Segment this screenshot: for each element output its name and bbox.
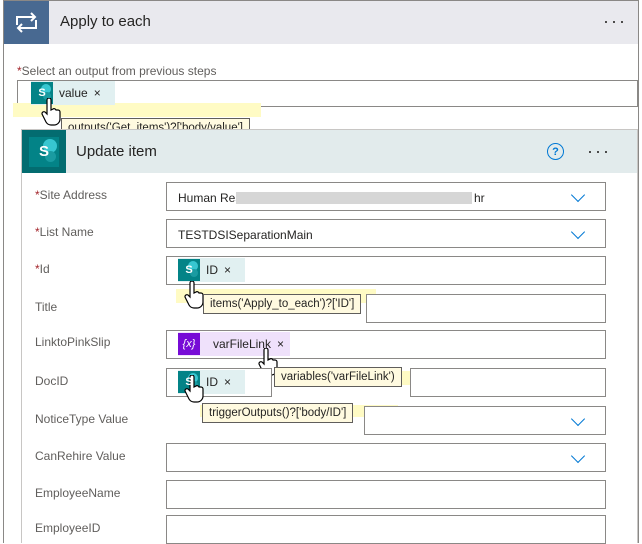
list-name-value: TESTDSISeparationMain	[178, 228, 313, 242]
site-address-label-text: Site Address	[39, 188, 108, 202]
docid-input-right[interactable]	[410, 368, 606, 397]
employee-id-input[interactable]	[166, 515, 606, 544]
remove-token-icon[interactable]: ×	[224, 263, 237, 277]
id-label: *Id	[35, 262, 50, 276]
notice-type-dropdown[interactable]	[364, 406, 606, 435]
docid-label: DocID	[35, 374, 69, 388]
update-item-more-button[interactable]: ···	[587, 142, 611, 160]
list-name-label: *List Name	[35, 225, 94, 239]
title-label: Title	[35, 300, 58, 314]
variable-icon: {x}	[178, 333, 200, 355]
redacted-text	[236, 192, 472, 204]
select-output-label-text: Select an output from previous steps	[21, 64, 217, 78]
hand-cursor-icon	[184, 281, 204, 309]
sharepoint-icon: S	[178, 259, 200, 281]
site-address-value-start: Human Res	[178, 191, 242, 205]
id-tooltip: items('Apply_to_each')?['ID']	[203, 294, 362, 314]
id-token[interactable]: S ID ×	[178, 258, 245, 282]
title-input[interactable]	[366, 294, 606, 323]
remove-token-icon[interactable]: ×	[224, 375, 237, 389]
link-label: LinktoPinkSlip	[35, 335, 111, 349]
loop-icon-box	[4, 1, 49, 44]
hand-cursor-icon	[41, 98, 61, 126]
loop-icon	[16, 12, 37, 33]
apply-to-each-more-button[interactable]: ···	[603, 12, 627, 30]
remove-token-icon[interactable]: ×	[94, 86, 107, 100]
apply-to-each-title: Apply to each	[60, 13, 151, 30]
id-token-label: ID	[206, 263, 218, 277]
list-name-label-text: List Name	[39, 225, 94, 239]
employee-name-label: EmployeeName	[35, 486, 121, 500]
can-rehire-label: CanRehire Value	[35, 449, 126, 463]
update-item-icon-box: S	[22, 130, 66, 173]
update-item-title: Update item	[76, 143, 157, 160]
sharepoint-icon: S	[29, 136, 59, 167]
site-address-label: *Site Address	[35, 188, 107, 202]
employee-name-input[interactable]	[166, 480, 606, 509]
notice-type-label: NoticeType Value	[35, 412, 129, 426]
select-output-label: *Select an output from previous steps	[17, 64, 216, 78]
site-address-value-end: hr	[474, 191, 485, 205]
help-icon[interactable]: ?	[547, 143, 564, 160]
can-rehire-dropdown[interactable]	[166, 443, 606, 472]
docid-tooltip: triggerOutputs()?['body/ID']	[202, 403, 354, 423]
employee-id-label: EmployeeID	[35, 521, 101, 535]
var-file-link-tooltip: variables('varFileLink')	[274, 367, 402, 387]
id-label-text: Id	[39, 262, 50, 276]
